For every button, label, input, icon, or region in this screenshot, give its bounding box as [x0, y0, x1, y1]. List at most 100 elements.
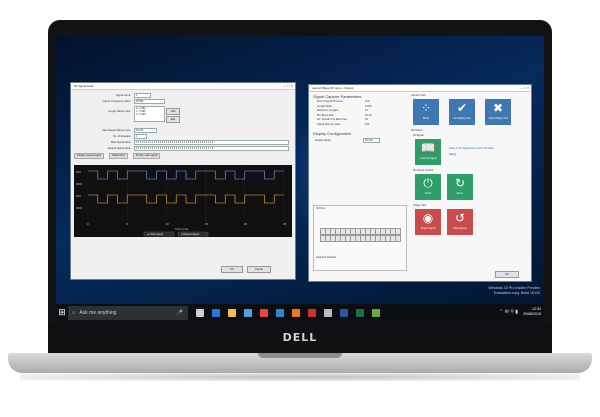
output-control-label: IR Output Control — [413, 169, 434, 172]
window-title: IR Signal Data — [74, 84, 94, 88]
system-tray[interactable]: ⌃ ✉ ⚲ ▮ — [499, 309, 518, 315]
repeat-signal-field[interactable]: 0 1 2 2 2 2 2 2 1 2 1 2 2 2 2 2 2 2 2 2 … — [134, 146, 289, 151]
capture-param-label: Length Delta — [317, 104, 332, 108]
store-icon[interactable] — [244, 309, 252, 317]
taskbar: ⊞ ○ Ask me anything 🎤 ⌃ ✉ ⚲ ▮ 12:34 29/0… — [56, 304, 544, 322]
y-tick-label: OFF — [76, 206, 82, 210]
window-controls[interactable]: — ☐ ✕ — [519, 85, 529, 91]
system-clock[interactable]: 12:34 29/06/2015 — [523, 307, 541, 317]
set-display-tool-button[interactable]: ✔ Set Display Tool — [449, 99, 475, 125]
task-view-icon[interactable] — [196, 309, 204, 317]
signal-chart: ONOFFONOFF0 5 10 15 20 25Time (ms)● Initial s… — [74, 165, 292, 237]
signal-window-titlebar[interactable]: IR Signal Data — ☐ ✕ — [71, 83, 295, 90]
clear-display-tool-button[interactable]: ✖ Clear Display Tool — [485, 99, 511, 125]
repeat-icon: ↺ — [454, 211, 466, 225]
display-mode-label: Display Mode — [315, 139, 331, 142]
repeats-field[interactable]: 1 — [134, 134, 147, 139]
capture-section-title: Signal Capture Parameters — [313, 94, 362, 99]
watermark-line-2: Evaluation copy. Build 10130 — [493, 291, 540, 295]
edit-button[interactable]: Edit — [166, 116, 180, 123]
x-tick-label: 15 — [205, 222, 209, 226]
y-tick-label: ON — [76, 194, 81, 198]
demo-button[interactable]: ↻ Demo — [447, 174, 473, 200]
capture-param-value[interactable]: 32 — [365, 118, 368, 121]
windows-watermark: Windows 10 Pro Insider Preview Evaluatio… — [410, 286, 540, 296]
config-window-title: Launch Base IR Input + Output — [312, 86, 354, 90]
capture-param-label: Maximum Lengths — [317, 109, 339, 112]
ir-ports-panel: IR Ports Selected Outputs — [313, 205, 407, 271]
x-tick-label: 20 — [244, 222, 248, 226]
config-ok-button[interactable]: OK — [495, 271, 519, 278]
ir-port-checkbox[interactable] — [395, 228, 401, 235]
all-on-button[interactable]: ⏻ All On — [415, 174, 441, 200]
search-placeholder: Ask me anything — [79, 310, 117, 316]
drag-hint: Drag an IR Signal here (Input 3/8 utilit… — [449, 147, 494, 150]
x-axis-label: Time (ms) — [175, 227, 188, 231]
repeat-signal-label: Repeat Signal Data: — [107, 147, 131, 150]
legend-label: ● Initial signal — [147, 232, 163, 236]
power-icon: ⏻ — [423, 176, 433, 190]
capture-param-value[interactable]: 16 — [365, 109, 368, 112]
signal-name-field[interactable]: 2 — [134, 93, 151, 98]
book-icon: 📖 — [420, 141, 436, 155]
selected-outputs-label: Selected Outputs — [316, 256, 336, 259]
x-tick-label: 25 — [283, 222, 287, 226]
output-test-label: Output Test — [413, 204, 427, 207]
capture-param-label: End of Signal Timeout — [317, 100, 343, 103]
refresh-icon: ↻ — [454, 176, 466, 190]
mail-icon[interactable] — [276, 309, 284, 317]
capture-param-value[interactable]: 512 — [365, 123, 369, 126]
max-repeat-pause-label: Max Repeat Pause (ms): — [102, 129, 131, 132]
window-controls[interactable]: — ☐ ✕ — [283, 83, 293, 89]
ok-button[interactable]: OK — [221, 266, 243, 273]
close-icon: ✖ — [492, 101, 504, 115]
start-repeat-button[interactable]: ↺ Start Repeat — [447, 209, 473, 235]
capture-param-value[interactable]: 0.050 — [365, 105, 372, 108]
add-button[interactable]: Add — [166, 108, 180, 115]
microphone-icon[interactable]: 🎤 — [177, 306, 183, 320]
output-signal-button[interactable]: ◉ Output Signal — [415, 209, 441, 235]
capture-param-label: Signal Memory Size — [317, 122, 341, 126]
capture-param-value[interactable]: 16.10 — [365, 114, 372, 117]
config-window-titlebar[interactable]: Launch Base IR Input + Output — ☐ ✕ — [309, 85, 531, 92]
carrier-frequency-label: Carrier Frequency (kHz): — [102, 100, 131, 103]
raw-signal-field[interactable]: 0 1 2 2 2 2 2 2 1 2 1 2 2 2 2 2 2 2 2 2 … — [134, 140, 289, 145]
word-icon[interactable] — [340, 309, 348, 317]
length-values-label: Length Values (ms): — [107, 110, 131, 113]
capture-param-label: Min Burst Size — [317, 113, 334, 117]
explorer-icon[interactable] — [228, 309, 236, 317]
max-repeat-pause-field[interactable]: 110.50 — [134, 128, 157, 133]
raw-signal-label: Raw Signal Data: — [110, 141, 131, 144]
notepad-icon[interactable] — [324, 309, 332, 317]
cancel-button[interactable]: Cancel — [247, 266, 271, 273]
paint-icon[interactable] — [308, 309, 316, 317]
legend-label: ● Repeat signal — [181, 232, 200, 236]
capture-param-label: No. Periods For Max Freq — [317, 118, 347, 121]
y-tick-label: ON — [76, 170, 81, 174]
capture-param-value[interactable]: 100 — [365, 100, 369, 103]
laptop-shadow — [20, 373, 580, 381]
app-icon[interactable] — [372, 309, 380, 317]
excel-icon[interactable] — [356, 309, 364, 317]
laptop-hinge-notch — [258, 353, 342, 358]
length-values-list[interactable]: 0 - 2.362 1 - 0.395 2 - 0.425 — [134, 106, 165, 122]
ir-port-checkbox[interactable] — [395, 235, 401, 242]
ir-signal-label: IR Signal — [413, 134, 424, 137]
spinner-icon: ⁘ — [420, 101, 432, 115]
start-button[interactable]: ⊞ — [57, 307, 67, 317]
signal-data-window: IR Signal Data — ☐ ✕ Signal name: 2 Carr… — [70, 82, 296, 280]
signal-name-label: Signal name: — [115, 94, 131, 97]
learn-ir-signal-button[interactable]: 📖 Learn IR Signal — [415, 139, 441, 165]
x-tick-label: 10 — [165, 222, 169, 226]
drag-subtext: String — [449, 153, 456, 156]
chrome-icon[interactable] — [260, 309, 268, 317]
block-button[interactable]: ⁘ Block — [413, 99, 439, 125]
firefox-icon[interactable] — [292, 309, 300, 317]
carrier-frequency-field[interactable]: 35.556 — [134, 99, 165, 104]
cortana-search-box[interactable]: ○ Ask me anything 🎤 — [68, 306, 188, 320]
config-window: Launch Base IR Input + Output — ☐ ✕ Sign… — [308, 84, 532, 282]
repeats-label: No. of Repeats: — [112, 135, 131, 138]
display-mode-select[interactable]: Normal — [363, 138, 380, 143]
edge-icon[interactable] — [212, 309, 220, 317]
desktop-screen: IR Signal Data — ☐ ✕ Signal name: 2 Carr… — [56, 36, 544, 322]
